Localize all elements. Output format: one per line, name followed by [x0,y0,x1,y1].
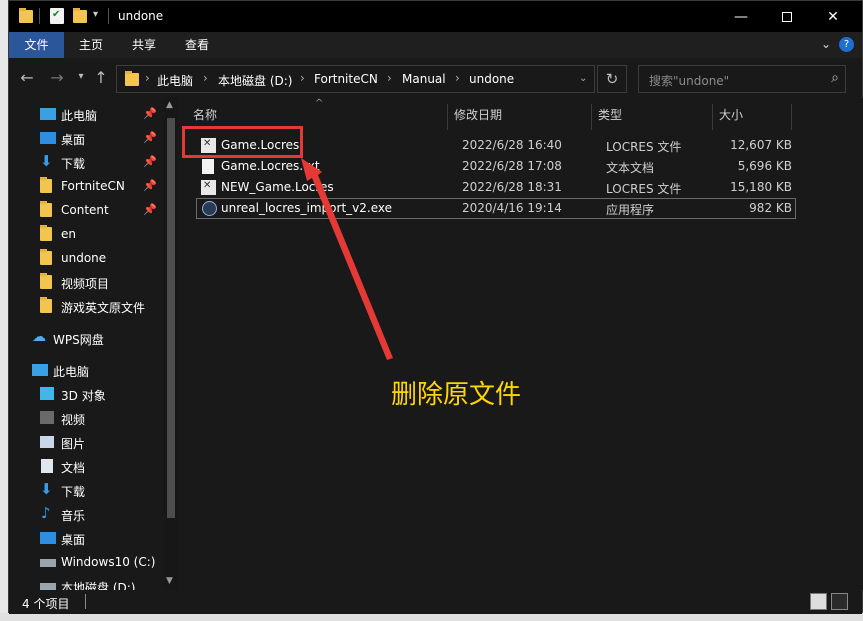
annotation-arrow [301,158,393,360]
arrow-shape [301,158,393,360]
annotation-label: 删除原文件 [391,380,522,410]
